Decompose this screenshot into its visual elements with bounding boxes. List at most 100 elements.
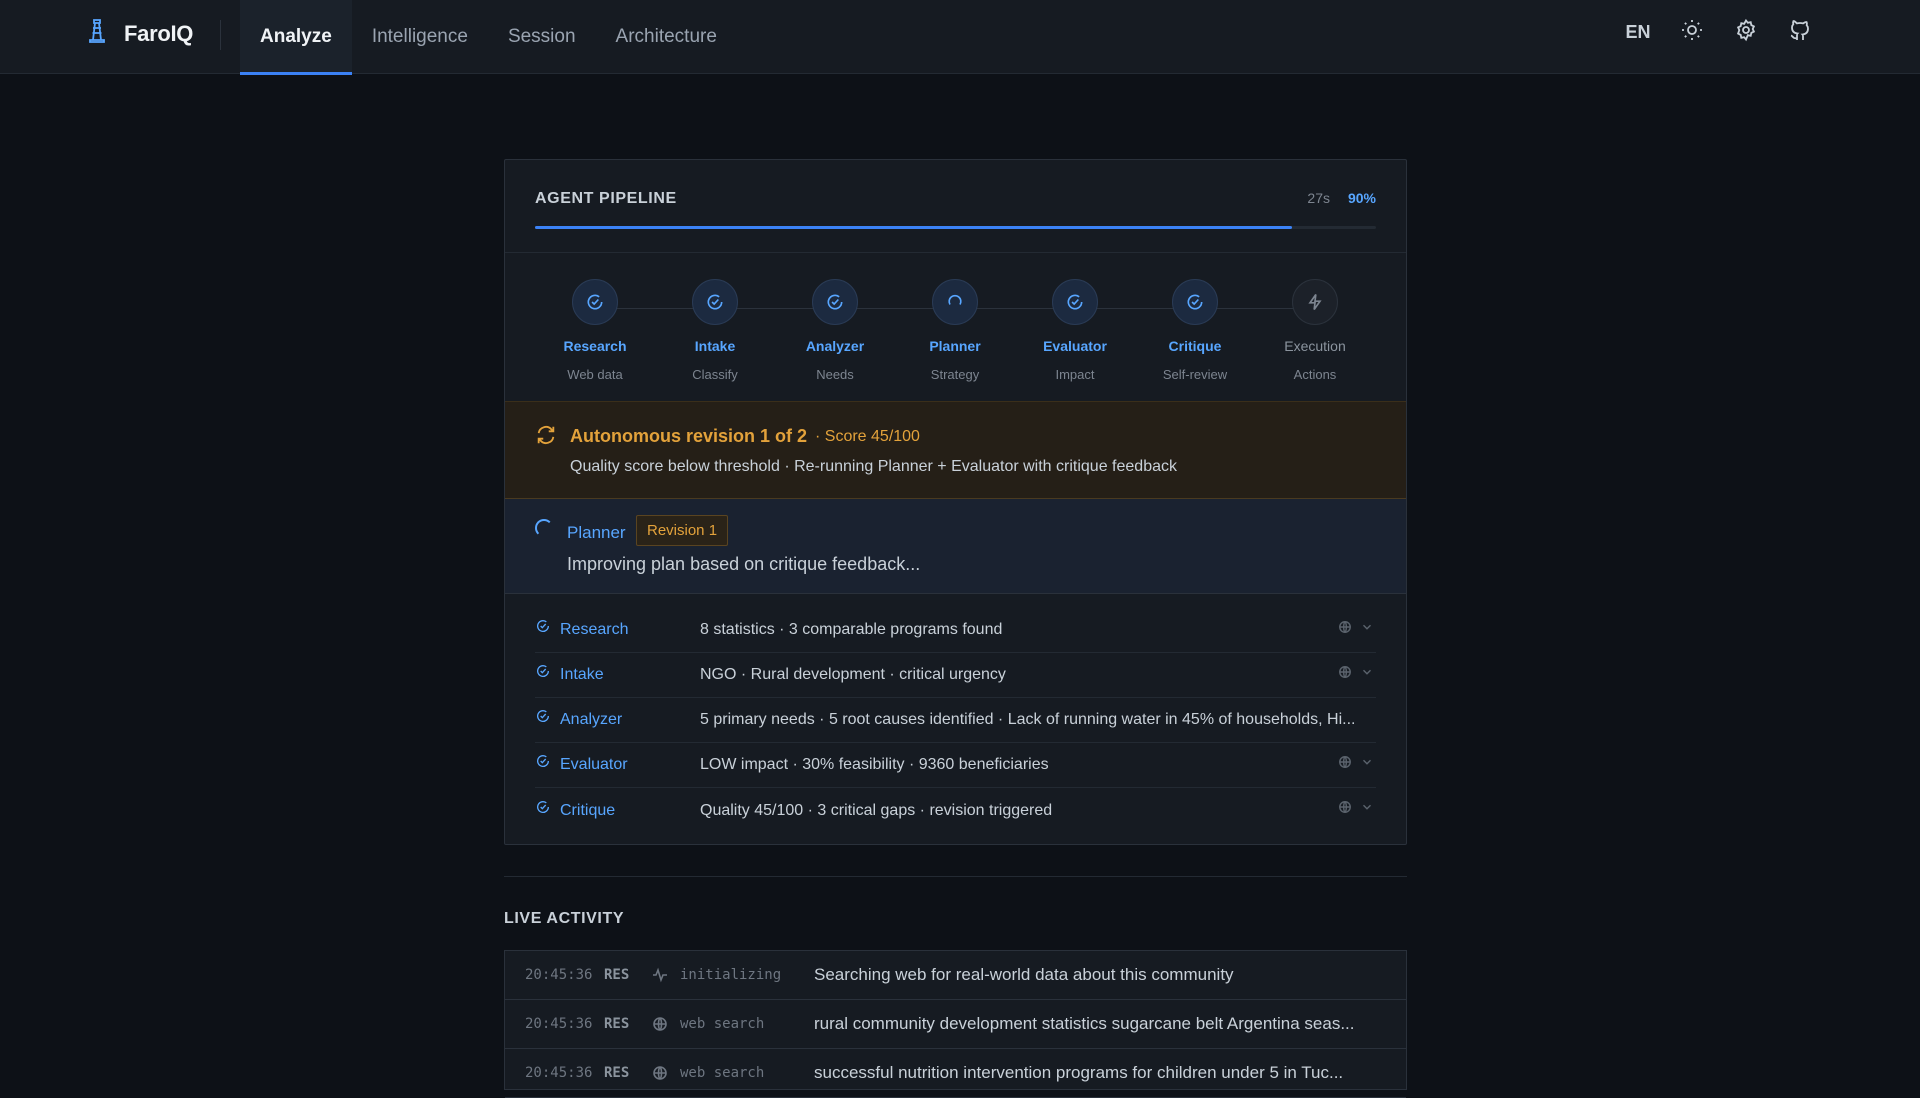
activity-time: 20:45:36 xyxy=(525,1065,593,1081)
lighthouse-logo-icon xyxy=(86,18,108,49)
revision-title: Autonomous revision 1 of 2 xyxy=(570,426,808,446)
activity-agent-code: RES xyxy=(604,1065,630,1081)
check-circle-icon xyxy=(1172,279,1218,325)
step-planner[interactable]: Planner Strategy xyxy=(905,279,1005,382)
result-summary: NGO · Rural development · critical urgen… xyxy=(700,666,1006,683)
step-subtitle: Classify xyxy=(692,367,738,382)
brand-divider xyxy=(220,20,221,50)
pipeline-header: AGENT PIPELINE 27s 90% xyxy=(505,160,1406,253)
settings-button[interactable] xyxy=(1730,14,1762,50)
step-research[interactable]: Research Web data xyxy=(545,279,645,382)
revision-description: Quality score below threshold · Re-runni… xyxy=(570,458,1177,475)
check-circle-icon xyxy=(692,279,738,325)
main-tabs: Analyze Intelligence Session Architectur… xyxy=(240,0,737,75)
tab-intelligence[interactable]: Intelligence xyxy=(352,0,488,74)
check-circle-icon xyxy=(535,663,553,681)
activity-message: successful nutrition intervention progra… xyxy=(814,1063,1344,1082)
result-row-critique[interactable]: Critique Quality 45/100 · 3 critical gap… xyxy=(535,788,1376,833)
step-name: Evaluator xyxy=(1043,338,1107,354)
revision-score: · Score 45/100 xyxy=(815,428,920,445)
step-subtitle: Needs xyxy=(816,367,854,382)
step-name: Analyzer xyxy=(805,338,865,354)
activity-row: 20:45:36 RES web search successful nutri… xyxy=(505,1049,1406,1098)
progress-percent: 90% xyxy=(1347,190,1376,206)
globe-icon[interactable] xyxy=(1338,755,1352,774)
check-circle-icon xyxy=(535,799,553,817)
chevron-down-icon[interactable] xyxy=(1360,620,1374,639)
globe-icon[interactable] xyxy=(1338,620,1352,639)
step-name: Execution xyxy=(1284,338,1346,354)
result-actions xyxy=(1338,800,1374,819)
check-circle-icon xyxy=(1052,279,1098,325)
step-subtitle: Web data xyxy=(567,367,623,382)
result-row-research[interactable]: Research 8 statistics · 3 comparable pro… xyxy=(535,608,1376,653)
step-execution[interactable]: Execution Actions xyxy=(1265,279,1365,382)
top-navigation-bar: FaroIQ Analyze Intelligence Session Arch… xyxy=(0,0,1920,75)
tab-analyze[interactable]: Analyze xyxy=(240,0,352,75)
result-summary: 8 statistics · 3 comparable programs fou… xyxy=(700,621,1003,638)
step-analyzer[interactable]: Analyzer Needs xyxy=(785,279,885,382)
result-agent-name: Analyzer xyxy=(560,711,623,728)
globe-icon[interactable] xyxy=(1338,800,1352,819)
agent-results-list: Research 8 statistics · 3 comparable pro… xyxy=(505,594,1406,833)
revision-banner: Autonomous revision 1 of 2 · Score 45/10… xyxy=(505,402,1406,499)
sun-icon xyxy=(1680,18,1704,47)
tab-session[interactable]: Session xyxy=(488,0,596,74)
globe-icon xyxy=(652,1016,668,1032)
step-subtitle: Self-review xyxy=(1162,367,1228,382)
chevron-down-icon[interactable] xyxy=(1360,755,1374,774)
theme-toggle-button[interactable] xyxy=(1676,14,1708,50)
step-name: Intake xyxy=(694,338,736,354)
check-circle-icon xyxy=(535,708,553,726)
section-divider xyxy=(504,876,1407,877)
step-subtitle: Impact xyxy=(1055,367,1095,382)
activity-message: rural community development statistics s… xyxy=(814,1014,1355,1033)
chevron-down-icon[interactable] xyxy=(1360,665,1374,684)
spinner-icon xyxy=(932,279,978,325)
language-toggle[interactable]: EN xyxy=(1622,22,1654,43)
result-agent-name: Intake xyxy=(560,666,604,683)
result-summary: Quality 45/100 · 3 critical gaps · revis… xyxy=(700,801,1053,819)
step-evaluator[interactable]: Evaluator Impact xyxy=(1025,279,1125,382)
result-actions xyxy=(1338,620,1374,639)
gear-icon xyxy=(1734,18,1758,47)
pipeline-steps: Research Web data Intake Classify Analyz… xyxy=(505,253,1406,402)
step-name: Planner xyxy=(929,338,981,354)
activity-row: 20:45:36 RES initializing Searching web … xyxy=(505,951,1406,1000)
lightning-icon xyxy=(1292,279,1338,325)
result-row-intake[interactable]: Intake NGO · Rural development · critica… xyxy=(535,653,1376,698)
result-row-evaluator[interactable]: Evaluator LOW impact · 30% feasibility ·… xyxy=(535,743,1376,788)
github-button[interactable] xyxy=(1784,14,1816,50)
activity-time: 20:45:36 xyxy=(525,1016,593,1032)
live-activity-log[interactable]: 20:45:36 RES initializing Searching web … xyxy=(504,950,1407,1098)
top-actions: EN xyxy=(1622,14,1816,50)
live-activity-title: LIVE ACTIVITY xyxy=(504,910,625,927)
activity-agent-code: RES xyxy=(604,1016,630,1032)
step-subtitle: Strategy xyxy=(930,367,980,382)
activity-time: 20:45:36 xyxy=(525,967,593,983)
pulse-icon xyxy=(652,967,668,983)
progress-bar xyxy=(535,226,1376,229)
revision-badge: Revision 1 xyxy=(636,515,729,546)
check-circle-icon xyxy=(535,753,553,771)
brand[interactable]: FaroIQ xyxy=(86,18,193,49)
activity-message: Searching web for real-world data about … xyxy=(814,965,1234,984)
elapsed-time: 27s xyxy=(1307,190,1330,206)
spinner-icon xyxy=(535,519,553,537)
step-name: Critique xyxy=(1168,338,1222,354)
running-agent-panel: Planner Revision 1 Improving plan based … xyxy=(505,499,1406,594)
step-intake[interactable]: Intake Classify xyxy=(665,279,765,382)
agent-pipeline-card: AGENT PIPELINE 27s 90% Research Web data… xyxy=(504,159,1407,845)
result-agent-name: Evaluator xyxy=(560,756,628,773)
globe-icon[interactable] xyxy=(1338,665,1352,684)
step-name: Research xyxy=(563,338,627,354)
step-critique[interactable]: Critique Self-review xyxy=(1145,279,1245,382)
tab-architecture[interactable]: Architecture xyxy=(596,0,737,74)
running-agent-name: Planner xyxy=(567,523,626,542)
step-subtitle: Actions xyxy=(1293,367,1337,382)
chevron-down-icon[interactable] xyxy=(1360,800,1374,819)
refresh-icon xyxy=(535,424,557,446)
check-circle-icon xyxy=(572,279,618,325)
result-row-analyzer[interactable]: Analyzer 5 primary needs · 5 root causes… xyxy=(535,698,1376,743)
result-agent-name: Research xyxy=(560,621,629,638)
